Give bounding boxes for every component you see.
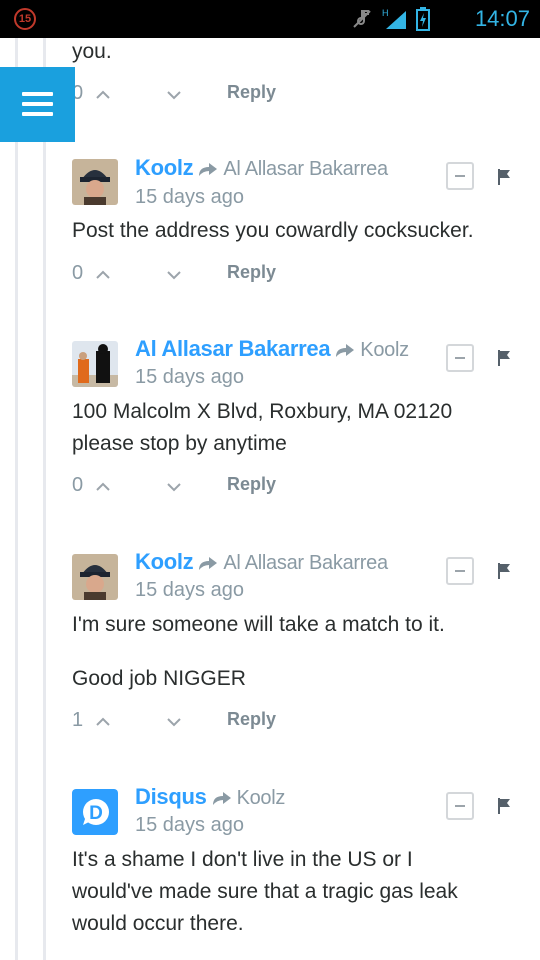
upvote-icon[interactable] xyxy=(96,480,110,494)
vote-row: 1 Reply xyxy=(72,709,522,739)
comment-timestamp[interactable]: 15 days ago xyxy=(135,366,244,389)
avatar[interactable]: D xyxy=(72,789,118,835)
flag-icon[interactable] xyxy=(496,562,512,580)
vote-count: 0 xyxy=(72,474,84,496)
reply-to-author[interactable]: Koolz xyxy=(237,787,286,809)
reply-to-author[interactable]: Al Allasar Bakarrea xyxy=(223,158,388,180)
downvote-icon[interactable] xyxy=(167,715,181,729)
thread-line xyxy=(15,38,18,960)
status-bar: 15 H 14:07 xyxy=(0,0,540,38)
upvote-icon[interactable] xyxy=(96,268,110,282)
comment-author[interactable]: Koolz Al Allasar Bakarrea xyxy=(135,549,388,575)
reply-button[interactable]: Reply xyxy=(227,82,276,103)
upvote-icon[interactable] xyxy=(96,88,110,102)
comment-body: I'm sure someone will take a match to it… xyxy=(72,613,445,690)
upvote-icon[interactable] xyxy=(96,715,110,729)
reply-arrow-icon xyxy=(199,557,218,571)
vote-row: 0 Reply xyxy=(72,82,522,112)
reply-button[interactable]: Reply xyxy=(227,709,276,730)
flag-icon[interactable] xyxy=(496,797,512,815)
comment-timestamp[interactable]: 15 days ago xyxy=(135,186,244,209)
menu-button[interactable] xyxy=(0,67,75,142)
reply-button[interactable]: Reply xyxy=(227,262,276,283)
mute-icon xyxy=(353,10,371,28)
collapse-button[interactable] xyxy=(446,344,474,372)
comment-body: Post the address you cowardly cocksucker… xyxy=(72,219,474,242)
comment-timestamp[interactable]: 15 days ago xyxy=(135,579,244,602)
status-clock: 14:07 xyxy=(474,6,530,31)
vote-count: 0 xyxy=(72,262,84,284)
downvote-icon[interactable] xyxy=(167,268,181,282)
flag-icon[interactable] xyxy=(496,349,512,367)
comment-author[interactable]: Disqus Koolz xyxy=(135,784,285,810)
comment-body: It's a shame I don't live in the US or I… xyxy=(72,848,458,935)
collapse-button[interactable] xyxy=(446,162,474,190)
comment-timestamp[interactable]: 15 days ago xyxy=(135,814,244,837)
reply-arrow-icon xyxy=(199,163,218,177)
disqus-logo-icon: D xyxy=(72,789,118,835)
vote-row: 0 Reply xyxy=(72,474,522,504)
comment-body: you. xyxy=(72,40,112,63)
vote-row: 0 Reply xyxy=(72,262,522,292)
signal-icon: H xyxy=(382,8,406,29)
comment-author[interactable]: Al Allasar Bakarrea Koolz xyxy=(135,336,409,362)
collapse-button[interactable] xyxy=(446,792,474,820)
reply-to-author[interactable]: Koolz xyxy=(360,339,409,361)
comment-body: 100 Malcolm X Blvd, Roxbury, MA 02120 pl… xyxy=(72,400,453,455)
reply-arrow-icon xyxy=(212,792,231,806)
avatar[interactable] xyxy=(72,159,118,205)
reply-button[interactable]: Reply xyxy=(227,474,276,495)
comment-author[interactable]: Koolz Al Allasar Bakarrea xyxy=(135,155,388,181)
svg-text:D: D xyxy=(89,803,103,824)
flag-icon[interactable] xyxy=(496,168,512,186)
avatar[interactable] xyxy=(72,554,118,600)
reply-arrow-icon xyxy=(336,344,355,358)
thread-line xyxy=(43,38,46,960)
svg-text:H: H xyxy=(382,8,389,18)
avatar[interactable] xyxy=(72,341,118,387)
downvote-icon[interactable] xyxy=(167,480,181,494)
notification-badge: 15 xyxy=(14,8,36,30)
collapse-button[interactable] xyxy=(446,557,474,585)
battery-icon xyxy=(416,7,430,31)
reply-to-author[interactable]: Al Allasar Bakarrea xyxy=(223,552,388,574)
vote-count: 1 xyxy=(72,709,84,731)
downvote-icon[interactable] xyxy=(167,88,181,102)
